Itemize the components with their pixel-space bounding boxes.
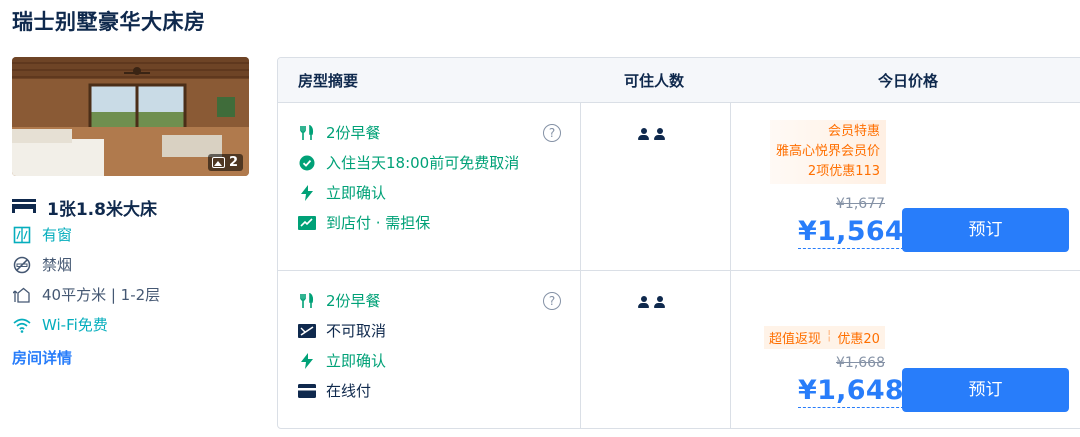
bed-icon — [12, 197, 36, 218]
book-button[interactable]: 预订 — [902, 368, 1069, 412]
current-price[interactable]: ¥1,648 — [798, 375, 904, 408]
promo-member-price: 雅高心悦界会员价 — [776, 144, 881, 159]
rate-item-online-pay: 在线付 — [298, 380, 371, 401]
help-icon[interactable]: ? — [543, 124, 561, 142]
current-price[interactable]: ¥1,564 — [798, 216, 904, 249]
occupancy-two-guests — [638, 128, 665, 140]
rate-item-pay-at-hotel: 到店付 · 需担保 — [298, 212, 430, 233]
room-photo[interactable]: 2 — [12, 57, 249, 176]
rate-table: 房型摘要 可住人数 今日价格 2份早餐 ? 入住当天18:00前可免费取消 立即… — [277, 57, 1080, 429]
card-icon — [298, 382, 316, 400]
breakfast-icon — [298, 124, 316, 142]
pay-at-hotel-icon — [298, 214, 316, 232]
check-circle-icon — [298, 154, 316, 172]
picture-icon — [211, 157, 225, 168]
breakfast-icon — [298, 292, 316, 310]
window-icon — [12, 225, 32, 245]
promo-tags: 超值返现 ¦ 优惠20 — [764, 326, 885, 349]
promo-discount-count[interactable]: 2项优惠113 — [776, 162, 880, 182]
feature-no-smoking: 禁烟 — [12, 254, 72, 275]
room-title: 瑞士别墅豪华大床房 — [12, 10, 206, 34]
promo-member-deal: 会员特惠 — [828, 124, 881, 139]
bed-label: 1张1.8米大床 — [47, 200, 157, 220]
area-icon — [12, 285, 32, 305]
person-icon — [638, 296, 649, 308]
feature-window: 有窗 — [12, 224, 72, 245]
rate-item-breakfast: 2份早餐 — [298, 122, 381, 143]
no-smoking-icon — [12, 255, 32, 275]
feature-wifi: Wi-Fi免费 — [12, 314, 108, 335]
rate-item-instant-confirm: 立即确认 — [298, 182, 386, 203]
person-icon — [638, 128, 649, 140]
photo-count: 2 — [228, 155, 238, 170]
feature-area: 40平方米 | 1-2层 — [12, 284, 160, 305]
lightning-icon — [298, 352, 316, 370]
promo-tags: 会员特惠 雅高心悦界会员价 2项优惠113 — [770, 120, 887, 184]
help-icon[interactable]: ? — [543, 292, 561, 310]
person-icon — [654, 128, 665, 140]
header-price: 今日价格 — [878, 72, 939, 90]
bed-info: 1张1.8米大床 — [12, 195, 157, 220]
rate-item-instant-confirm: 立即确认 — [298, 350, 386, 371]
wifi-icon — [12, 315, 32, 335]
occupancy-two-guests — [638, 296, 665, 308]
photo-count-badge[interactable]: 2 — [207, 154, 243, 171]
header-summary: 房型摘要 — [298, 72, 359, 90]
room-details-link[interactable]: 房间详情 — [12, 347, 72, 368]
rate-item-free-cancel: 入住当天18:00前可免费取消 — [298, 152, 519, 173]
promo-cashback: 超值返现 — [769, 332, 822, 347]
lightning-icon — [298, 184, 316, 202]
table-row: 2份早餐 ? 不可取消 立即确认 在线付 超值返现 ¦ 优惠20 ¥1,668 … — [278, 270, 1080, 428]
promo-discount[interactable]: 优惠20 — [837, 328, 880, 347]
no-cancel-icon — [298, 322, 316, 340]
rate-item-breakfast: 2份早餐 — [298, 290, 381, 311]
book-button[interactable]: 预订 — [902, 208, 1069, 252]
table-header: 房型摘要 可住人数 今日价格 — [278, 58, 1080, 102]
person-icon — [654, 296, 665, 308]
original-price: ¥1,668 — [836, 355, 885, 371]
table-row: 2份早餐 ? 入住当天18:00前可免费取消 立即确认 到店付 · 需担保 会员… — [278, 102, 1080, 270]
original-price: ¥1,677 — [836, 196, 885, 212]
rate-item-no-cancel: 不可取消 — [298, 320, 386, 341]
header-occupancy: 可住人数 — [624, 72, 685, 90]
